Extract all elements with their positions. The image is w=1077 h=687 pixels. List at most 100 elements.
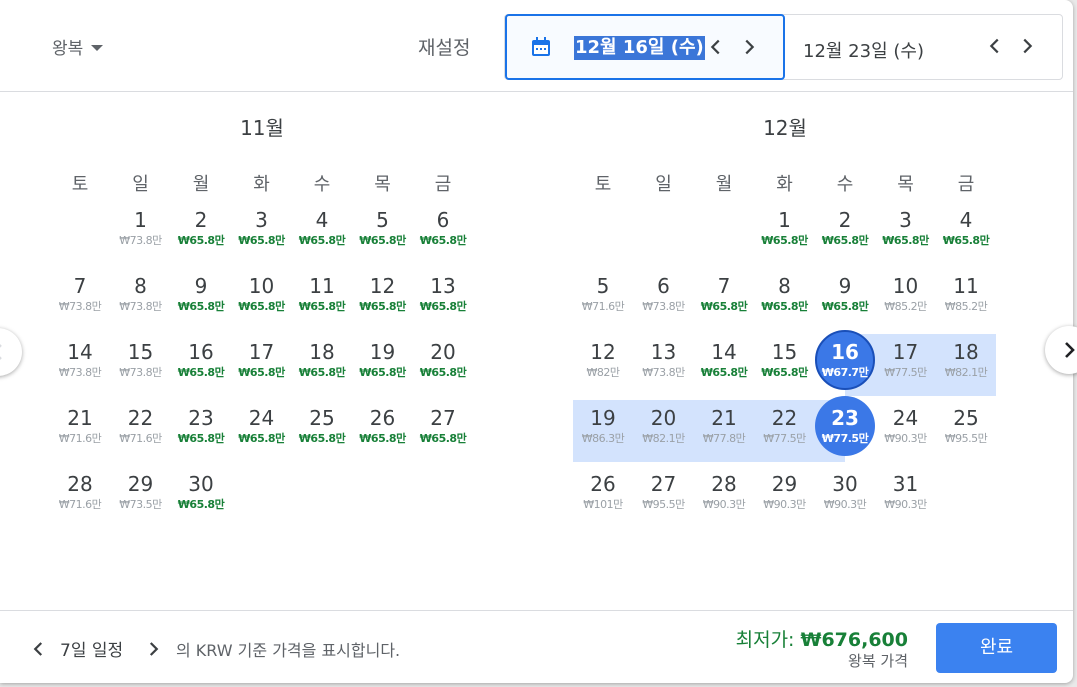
calendar-day[interactable]: 14 ₩73.8만: [50, 330, 110, 390]
departure-date-text[interactable]: 12월 16일 (수): [574, 36, 705, 60]
day-price: ₩65.8만: [419, 300, 467, 313]
calendar-day[interactable]: 9 ₩65.8만: [815, 264, 875, 324]
day-price: ₩65.8만: [238, 432, 285, 445]
calendar-day[interactable]: 24 ₩90.3만: [876, 396, 936, 456]
calendar-day[interactable]: 19 ₩65.8만: [353, 330, 413, 390]
chevron-left-icon: [33, 642, 43, 656]
calendar-day[interactable]: 1 ₩65.8만: [755, 198, 815, 258]
calendar-day[interactable]: 4 ₩65.8만: [936, 198, 996, 258]
calendar-day[interactable]: 1 ₩73.8만: [111, 198, 171, 258]
day-price: ₩77.5만: [763, 432, 806, 445]
calendar-day[interactable]: 25 ₩95.5만: [936, 396, 996, 456]
calendar-day[interactable]: 8 ₩65.8만: [755, 264, 815, 324]
calendar-day[interactable]: 7 ₩65.8만: [694, 264, 754, 324]
day-number: 8: [134, 274, 147, 298]
calendar-day[interactable]: 10 ₩85.2만: [876, 264, 936, 324]
calendar-day[interactable]: 5 ₩71.6만: [573, 264, 633, 324]
calendar-day[interactable]: 3 ₩65.8만: [232, 198, 292, 258]
day-number: 17: [248, 340, 275, 364]
departure-prev-button[interactable]: [705, 36, 727, 58]
calendar-day[interactable]: 18 ₩82.1만: [936, 330, 996, 390]
day-number: 1: [778, 208, 791, 232]
calendar-day[interactable]: 22 ₩77.5만: [755, 396, 815, 456]
day-price: ₩71.6만: [58, 498, 102, 511]
duration-prev-button[interactable]: [30, 640, 48, 658]
calendar-day[interactable]: 16 ₩65.8만: [171, 330, 231, 390]
calendar-day[interactable]: 15 ₩73.8만: [111, 330, 171, 390]
calendar-day[interactable]: 29 ₩73.5만: [111, 462, 171, 522]
calendar-day[interactable]: 28 ₩71.6만: [50, 462, 110, 522]
calendar-day[interactable]: 21 ₩77.8만: [694, 396, 754, 456]
calendar-day[interactable]: 31 ₩90.3만: [876, 462, 936, 522]
calendar-day[interactable]: 17 ₩65.8만: [232, 330, 292, 390]
calendar-day[interactable]: 15 ₩65.8만: [755, 330, 815, 390]
calendar-day[interactable]: 30 ₩65.8만: [171, 462, 231, 522]
day-number: 18: [309, 340, 335, 364]
return-date-field[interactable]: 12월 23일 (수): [803, 37, 924, 63]
calendar-day[interactable]: 6 ₩65.8만: [413, 198, 473, 258]
calendar-day[interactable]: 23 ₩77.5만: [815, 396, 875, 456]
departure-next-button[interactable]: [738, 36, 760, 58]
calendar-day[interactable]: 17 ₩77.5만: [876, 330, 936, 390]
calendar-day[interactable]: 6 ₩73.8만: [634, 264, 694, 324]
month-title: 11월: [240, 116, 284, 140]
departure-date-field[interactable]: 12월 16일 (수): [505, 14, 785, 80]
calendar-day[interactable]: 30 ₩90.3만: [815, 462, 875, 522]
chevron-right-icon: [149, 642, 159, 656]
calendar-day[interactable]: 7 ₩73.8만: [50, 264, 110, 324]
day-number: 27: [430, 406, 456, 430]
calendar-day[interactable]: 9 ₩65.8만: [171, 264, 231, 324]
calendar-day[interactable]: 13 ₩73.8만: [634, 330, 694, 390]
day-price: ₩65.8만: [177, 234, 225, 247]
calendar-day[interactable]: 4 ₩65.8만: [292, 198, 352, 258]
duration-next-button[interactable]: [144, 640, 162, 658]
chevron-right-icon: [1065, 342, 1075, 358]
calendar-day[interactable]: 21 ₩71.6만: [50, 396, 110, 456]
calendar-day[interactable]: 27 ₩95.5만: [634, 462, 694, 522]
calendar-day[interactable]: 2 ₩65.8만: [171, 198, 231, 258]
return-next-button[interactable]: [1016, 35, 1038, 57]
calendar-day[interactable]: 5 ₩65.8만: [353, 198, 413, 258]
done-button[interactable]: 완료: [936, 623, 1057, 673]
calendar-day[interactable]: 19 ₩86.3만: [573, 396, 633, 456]
reset-button[interactable]: 재설정: [418, 33, 470, 60]
calendar-day[interactable]: 12 ₩82만: [573, 330, 633, 390]
calendar-day[interactable]: 23 ₩65.8만: [171, 396, 231, 456]
calendar-day[interactable]: 27 ₩65.8만: [413, 396, 473, 456]
calendar-day[interactable]: 28 ₩90.3만: [694, 462, 754, 522]
return-prev-button[interactable]: [984, 35, 1006, 57]
day-number: 5: [376, 208, 389, 232]
calendar-day[interactable]: 24 ₩65.8만: [232, 396, 292, 456]
calendar-day[interactable]: 26 ₩101만: [573, 462, 633, 522]
day-number: 4: [959, 208, 973, 232]
trip-type-label: 왕복: [52, 39, 84, 59]
calendar-day[interactable]: 26 ₩65.8만: [353, 396, 413, 456]
calendar-day[interactable]: 3 ₩65.8만: [876, 198, 936, 258]
trip-duration[interactable]: 7일 일정: [60, 636, 123, 661]
calendar-day[interactable]: 25 ₩65.8만: [292, 396, 352, 456]
calendar-day[interactable]: 13 ₩65.8만: [413, 264, 473, 324]
weekday-label: 화: [776, 174, 793, 195]
day-price: ₩90.3만: [763, 498, 806, 511]
day-price: ₩65.8만: [419, 234, 467, 247]
prev-month-button[interactable]: [0, 328, 22, 376]
calendar-day[interactable]: 18 ₩65.8만: [292, 330, 352, 390]
calendar-day[interactable]: 16 ₩67.7만: [815, 330, 875, 390]
calendar-day[interactable]: 20 ₩82.1만: [634, 396, 694, 456]
calendar-day[interactable]: 10 ₩65.8만: [232, 264, 292, 324]
calendar-day[interactable]: 22 ₩71.6만: [111, 396, 171, 456]
calendar-day[interactable]: 20 ₩65.8만: [413, 330, 473, 390]
day-price: ₩65.8만: [700, 300, 748, 313]
calendar-day[interactable]: 8 ₩73.8만: [111, 264, 171, 324]
day-number: 9: [194, 274, 208, 298]
calendar-day[interactable]: 14 ₩65.8만: [694, 330, 754, 390]
calendar-day[interactable]: 12 ₩65.8만: [353, 264, 413, 324]
day-price: ₩65.8만: [419, 366, 467, 379]
calendar-day[interactable]: 11 ₩85.2만: [936, 264, 996, 324]
calendar-day[interactable]: 11 ₩65.8만: [292, 264, 352, 324]
day-number: 21: [711, 406, 737, 430]
trip-type-dropdown[interactable]: 왕복: [52, 34, 104, 59]
calendar-day[interactable]: 2 ₩65.8만: [815, 198, 875, 258]
calendar-day[interactable]: 29 ₩90.3만: [755, 462, 815, 522]
day-number: 16: [831, 340, 859, 364]
